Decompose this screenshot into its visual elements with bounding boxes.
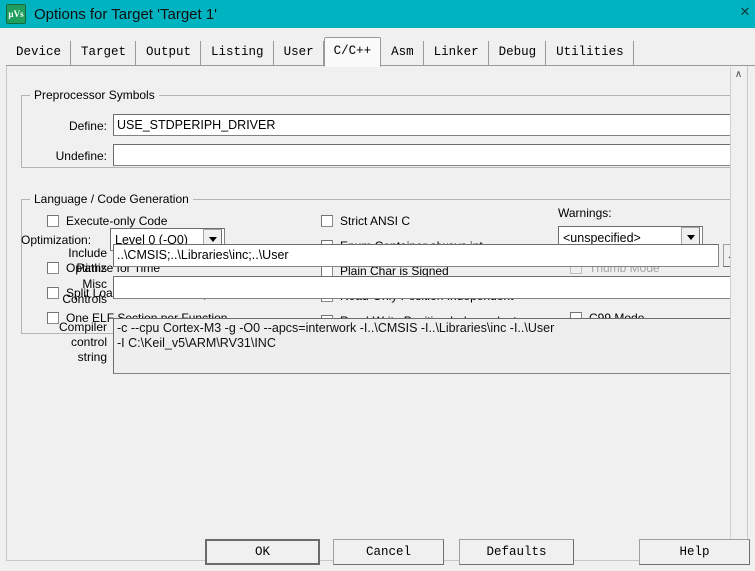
tab-strip: Device Target Output Listing User C/C++ … — [6, 37, 755, 67]
include-paths-input[interactable]: ..\CMSIS;..\Libraries\inc;..\User — [113, 244, 719, 267]
undefine-label: Undefine: — [55, 149, 107, 163]
scroll-up-icon[interactable]: ∧ — [735, 69, 742, 80]
misc-controls-label: Misc Controls — [37, 277, 107, 307]
window-title: Options for Target 'Target 1' — [34, 5, 218, 23]
help-button[interactable]: Help — [639, 539, 750, 565]
tab-c-cpp[interactable]: C/C++ — [323, 37, 382, 67]
tab-user[interactable]: User — [273, 41, 324, 66]
tab-linker[interactable]: Linker — [423, 41, 489, 66]
checkbox-box — [47, 215, 59, 227]
include-paths-label: Include Paths — [37, 246, 107, 276]
warnings-value: <unspecified> — [563, 230, 641, 245]
preprocessor-symbols-legend: Preprocessor Symbols — [34, 88, 155, 102]
compiler-label-line3: string — [77, 350, 107, 364]
compiler-label-line2: control — [70, 335, 107, 349]
cancel-button[interactable]: Cancel — [333, 539, 444, 565]
compiler-control-string-box: -c --cpu Cortex-M3 -g -O0 --apcs=interwo… — [113, 318, 745, 374]
optimization-label: Optimization: — [21, 233, 92, 247]
tab-output[interactable]: Output — [136, 41, 202, 66]
misc-controls-input[interactable] — [113, 276, 745, 299]
compiler-control-string-label: Compiler control string — [31, 320, 107, 365]
compiler-scrollbar[interactable]: ∧ ∨ — [730, 67, 746, 559]
tab-listing[interactable]: Listing — [201, 41, 274, 66]
compiler-label-line1: Compiler — [58, 320, 107, 334]
include-paths-label-line2: Paths — [76, 261, 107, 275]
checkbox-box — [321, 215, 333, 227]
misc-controls-label-line2: Controls — [62, 292, 107, 306]
tab-device[interactable]: Device — [6, 41, 72, 66]
checkbox-strict-ansi-c[interactable]: Strict ANSI C — [321, 214, 410, 228]
close-icon[interactable]: ✕ — [737, 4, 753, 20]
tab-target[interactable]: Target — [71, 41, 137, 66]
ok-button[interactable]: OK — [205, 539, 320, 565]
title-bar: µVs Options for Target 'Target 1' ✕ — [0, 0, 755, 28]
language-code-generation-legend: Language / Code Generation — [34, 192, 189, 206]
checkbox-label: Execute-only Code — [66, 214, 168, 228]
checkbox-label: Strict ANSI C — [340, 214, 411, 228]
undefine-input[interactable] — [113, 144, 733, 166]
define-label: Define: — [68, 119, 107, 133]
c-cpp-options-panel: Preprocessor Symbols Define: USE_STDPERI… — [6, 66, 748, 561]
tab-debug[interactable]: Debug — [488, 41, 547, 66]
include-paths-label-line1: Include — [68, 246, 107, 260]
define-input[interactable]: USE_STDPERIPH_DRIVER — [113, 114, 733, 136]
defaults-button[interactable]: Defaults — [459, 539, 574, 565]
misc-controls-label-line1: Misc — [82, 277, 107, 291]
warnings-label: Warnings: — [558, 206, 612, 220]
tab-utilities[interactable]: Utilities — [546, 41, 634, 66]
tab-asm[interactable]: Asm — [381, 41, 424, 66]
checkbox-execute-only-code[interactable]: Execute-only Code — [47, 214, 167, 228]
uvision-icon: µVs — [6, 4, 26, 24]
